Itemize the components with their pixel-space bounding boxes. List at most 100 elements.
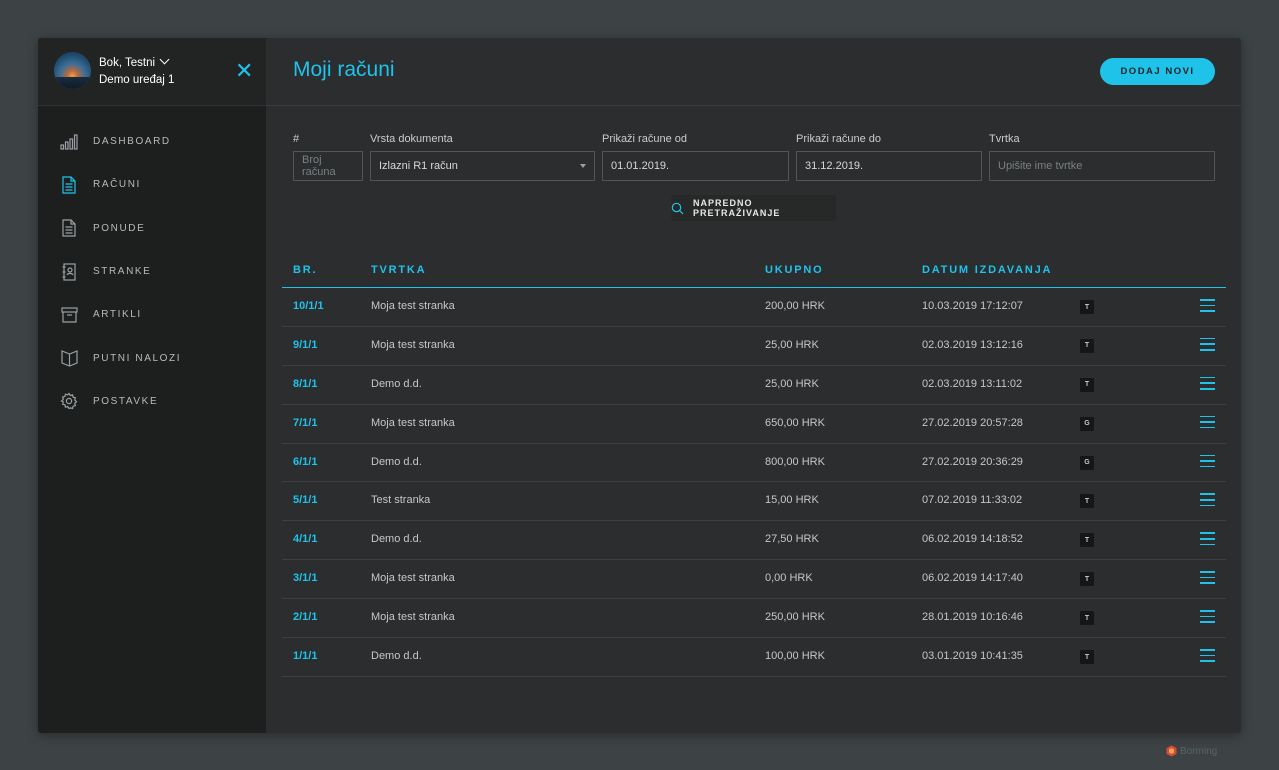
sidebar-item-label: DASHBOARD (93, 136, 171, 148)
date-to-input[interactable]: 31.12.2019. (796, 151, 982, 181)
table-row[interactable]: 2/1/1 Moja test stranka 250,00 HRK 28.01.20… (282, 599, 1226, 639)
date-cell: 02.03.2019 13:12:16 (922, 338, 1023, 351)
number-filter: # Broj računa (293, 133, 363, 181)
open-book-icon (60, 349, 78, 367)
gear-icon (60, 392, 78, 410)
table-row[interactable]: 4/1/1 Demo d.d. 27,50 HRK 06.02.2019 14:18:… (282, 521, 1226, 561)
hamburger-menu-icon[interactable] (1200, 376, 1215, 390)
total-cell: 25,00 HRK (765, 338, 819, 351)
date-cell: 02.03.2019 13:11:02 (922, 377, 1023, 390)
date-cell: 10.03.2019 17:12:07 (922, 300, 1023, 312)
hamburger-menu-icon[interactable] (1200, 299, 1215, 312)
sidebar-item-artikli[interactable]: ARTIKLI (38, 293, 266, 336)
date-cell: 06.02.2019 14:18:52 (922, 533, 1023, 546)
table-row[interactable]: 6/1/1 Demo d.d. 800,00 HRK 27.02.2019 20:36… (282, 444, 1226, 483)
invoice-number-link[interactable]: 2/1/1 (293, 611, 317, 623)
sidebar-item-label: ARTIKLI (93, 309, 142, 321)
total-cell: 27,50 HRK (765, 533, 819, 546)
date-cell: 07.02.2019 11:33:02 (922, 494, 1023, 507)
sidebar-item-dashboard[interactable]: DASHBOARD (38, 120, 266, 163)
main-content: Moji računi DODAJ NOVI # Broj računa Vrs… (266, 38, 1241, 733)
table-row[interactable]: 8/1/1 Demo d.d. 25,00 HRK 02.03.2019 13:11:… (282, 366, 1226, 405)
date-cell: 27.02.2019 20:57:28 (922, 416, 1023, 429)
hamburger-menu-icon[interactable] (1200, 493, 1215, 507)
total-cell: 25,00 HRK (765, 377, 819, 390)
total-cell: 100,00 HRK (765, 650, 825, 663)
column-header-total[interactable]: UKUPNO (765, 264, 823, 276)
invoice-number-link[interactable]: 1/1/1 (293, 650, 317, 662)
hamburger-menu-icon[interactable] (1200, 571, 1215, 585)
hamburger-menu-icon[interactable] (1200, 337, 1215, 351)
company-cell: Demo d.d. (371, 455, 422, 468)
company-cell: Moja test stranka (371, 572, 455, 585)
table-row[interactable]: 7/1/1 Moja test stranka 650,00 HRK 27.02.20… (282, 405, 1226, 444)
invoice-number-link[interactable]: 6/1/1 (293, 456, 317, 468)
type-badge: G (1080, 416, 1094, 431)
brand-logo-icon (1166, 745, 1177, 757)
total-cell: 15,00 HRK (765, 494, 819, 507)
brand-watermark: Borming (1166, 745, 1217, 757)
company-cell: Demo d.d. (371, 650, 422, 663)
add-new-button[interactable]: DODAJ NOVI (1100, 58, 1215, 85)
company-filter: Tvrtka Upišite ime tvrtke (989, 133, 1215, 181)
brand-name: Borming (1180, 745, 1218, 757)
company-input[interactable]: Upišite ime tvrtke (989, 151, 1215, 181)
total-cell: 250,00 HRK (765, 611, 825, 624)
doc-type-filter: Vrsta dokumenta Izlazni R1 račun (370, 133, 595, 181)
table-row[interactable]: 5/1/1 Test stranka 15,00 HRK 07.02.2019 11:… (282, 482, 1226, 522)
number-filter-label: # (293, 133, 300, 145)
date-to-filter: Prikaži račune do 31.12.2019. (796, 133, 982, 181)
type-badge: T (1080, 611, 1094, 626)
close-icon[interactable]: ✕ (235, 60, 253, 82)
company-cell: Demo d.d. (371, 533, 422, 546)
hamburger-menu-icon[interactable] (1200, 454, 1215, 468)
sidebar-item-ponude[interactable]: PONUDE (38, 207, 266, 250)
type-badge: G (1080, 455, 1094, 470)
doc-type-select[interactable]: Izlazni R1 račun (370, 151, 595, 181)
table-row[interactable]: 9/1/1 Moja test stranka 25,00 HRK 02.03.201… (282, 327, 1226, 366)
invoice-table: BR. TVRTKA UKUPNO DATUM IZDAVANJA 10/1/1… (282, 255, 1226, 677)
user-name: Bok, Testni (99, 57, 156, 69)
hamburger-menu-icon[interactable] (1200, 532, 1215, 546)
user-menu[interactable]: Bok, Testni (99, 54, 170, 69)
invoice-number-link[interactable]: 4/1/1 (293, 533, 317, 545)
caret-down-icon (580, 164, 586, 168)
invoice-number-link[interactable]: 7/1/1 (293, 417, 317, 429)
table-row[interactable]: 10/1/1 Moja test stranka 200,00 HRK 10.03.2… (282, 288, 1226, 327)
column-header-company[interactable]: TVRTKA (371, 264, 426, 276)
hamburger-menu-icon[interactable] (1200, 610, 1215, 623)
bar-chart-icon (60, 133, 78, 151)
hamburger-menu-icon[interactable] (1200, 415, 1215, 429)
sidebar-item-stranke[interactable]: STRANKE (38, 250, 266, 293)
type-badge: T (1080, 377, 1094, 392)
invoice-number-link[interactable]: 9/1/1 (293, 339, 317, 351)
sidebar-item-postavke[interactable]: POSTAVKE (38, 380, 266, 423)
advanced-search-label: NAPREDNO PRETRAŽIVANJE (693, 198, 781, 218)
invoice-number-link[interactable]: 5/1/1 (293, 494, 317, 506)
sidebar-nav: DASHBOARD RAČUNI PONUDE STRANKE ARTIKLI … (38, 106, 266, 423)
chevron-down-icon (159, 54, 170, 65)
date-cell: 03.01.2019 10:41:35 (922, 650, 1023, 663)
total-cell: 650,00 HRK (765, 416, 825, 429)
date-from-input[interactable]: 01.01.2019. (602, 151, 789, 181)
sidebar: Bok, Testni Demo uređaj 1 ✕ DASHBOARD RA… (38, 38, 266, 733)
type-badge: T (1080, 650, 1094, 665)
table-body: 10/1/1 Moja test stranka 200,00 HRK 10.03.2… (282, 288, 1226, 677)
column-header-number[interactable]: BR. (293, 264, 317, 276)
number-input[interactable]: Broj računa (293, 151, 363, 181)
invoice-number-link[interactable]: 8/1/1 (293, 378, 317, 390)
total-cell: 0,00 HRK (765, 572, 813, 585)
invoice-icon (60, 176, 78, 194)
table-row[interactable]: 3/1/1 Moja test stranka 0,00 HRK 06.02.2019… (282, 560, 1226, 600)
hamburger-menu-icon[interactable] (1200, 649, 1215, 662)
sidebar-item-racuni[interactable]: RAČUNI (38, 163, 266, 206)
type-badge: T (1080, 300, 1094, 314)
invoice-number-link[interactable]: 3/1/1 (293, 572, 317, 584)
avatar[interactable] (54, 52, 91, 89)
table-row[interactable]: 1/1/1 Demo d.d. 100,00 HRK 03.01.2019 10:41… (282, 638, 1226, 677)
invoice-number-link[interactable]: 10/1/1 (293, 300, 324, 312)
total-cell: 200,00 HRK (765, 300, 825, 312)
column-header-date[interactable]: DATUM IZDAVANJA (922, 264, 1052, 276)
advanced-search-button[interactable]: NAPREDNO PRETRAŽIVANJE (671, 195, 836, 221)
sidebar-item-putni-nalozi[interactable]: PUTNI NALOZI (38, 336, 266, 379)
